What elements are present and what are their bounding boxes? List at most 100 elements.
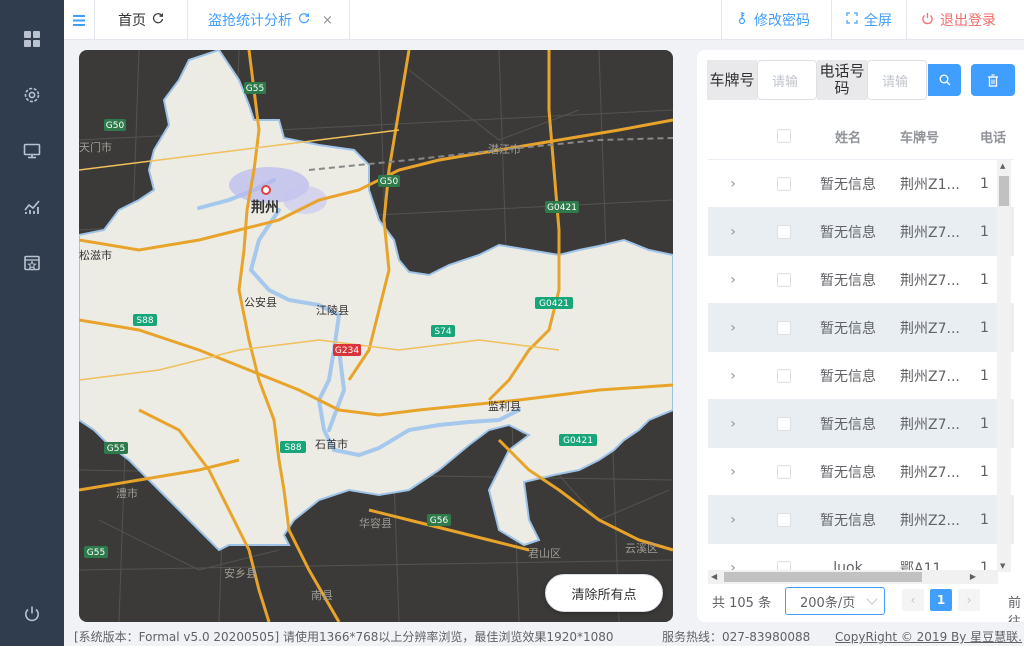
county-label-jianli: 监利县 xyxy=(488,400,521,413)
vertical-scrollbar[interactable]: ▲ ▼ xyxy=(997,160,1011,572)
footer: [系统版本：Formal v5.0 20200505] 请使用1366*768以… xyxy=(64,626,1024,646)
select-all-checkbox[interactable] xyxy=(760,112,808,160)
row-checkbox[interactable] xyxy=(760,208,808,256)
prev-page-button[interactable]: ‹ xyxy=(902,589,924,611)
change-password-label: 修改密码 xyxy=(754,13,810,29)
column-header-name[interactable]: 姓名 xyxy=(812,112,884,160)
data-table: 姓名 车牌号 电话 › 暂无信息 荆州Z1... 1 › 暂无信息 荆州Z7..… xyxy=(708,112,1014,582)
trash-icon xyxy=(988,73,998,87)
settings-icon[interactable] xyxy=(22,85,42,105)
scrollbar-thumb[interactable] xyxy=(999,176,1009,206)
page-size-select[interactable]: 200条/页 xyxy=(785,587,885,615)
column-header-tel[interactable]: 电话 xyxy=(980,112,1014,160)
refresh-icon[interactable] xyxy=(152,12,164,28)
county-label-huarong: 华容县 xyxy=(359,516,392,530)
search-icon xyxy=(939,74,950,86)
grid-icon[interactable] xyxy=(22,29,42,49)
table-row[interactable]: › 暂无信息 荆州Z7... 1 xyxy=(708,208,1014,256)
close-icon[interactable]: × xyxy=(322,13,333,28)
expand-icon[interactable]: › xyxy=(708,400,758,448)
page-number-current[interactable]: 1 xyxy=(930,589,952,611)
star-calendar-icon[interactable] xyxy=(22,253,42,273)
app-root: 首页 盗抢统计分析 × 修改密码 全屏 退出登录 G55 G50 G50 G04… xyxy=(0,0,1024,646)
expand-icon[interactable]: › xyxy=(708,304,758,352)
expand-icon[interactable]: › xyxy=(708,352,758,400)
table-row[interactable]: › 暂无信息 荆州Z7... 1 xyxy=(708,352,1014,400)
row-checkbox[interactable] xyxy=(760,496,808,544)
road-label-g55: G55 xyxy=(246,84,264,94)
city-label-tianmen: 天门市 xyxy=(79,140,112,154)
tab-theft-stats[interactable]: 盗抢统计分析 × xyxy=(188,0,350,40)
table-row[interactable]: › 暂无信息 荆州Z2... 1 xyxy=(708,496,1014,544)
map-view[interactable]: G55 G50 G50 G0421 G0421 G0421 S88 S88 S7… xyxy=(79,50,673,622)
column-header-plate[interactable]: 车牌号 xyxy=(890,112,962,160)
clear-points-button[interactable]: 清除所有点 xyxy=(545,574,663,612)
row-name: 暂无信息 xyxy=(820,465,876,481)
city-label-lizhou: 澧市 xyxy=(116,486,138,500)
horizontal-scrollbar[interactable]: ◀ ▶ xyxy=(708,570,998,584)
row-checkbox[interactable] xyxy=(760,448,808,496)
scroll-down-icon[interactable]: ▼ xyxy=(1000,562,1005,570)
table-row[interactable]: › 暂无信息 荆州Z1... 1 xyxy=(708,160,1014,208)
sidebar xyxy=(0,0,64,646)
county-label-nanxian: 南县 xyxy=(311,589,333,602)
fullscreen-button[interactable]: 全屏 xyxy=(831,0,906,40)
table-row[interactable]: › 暂无信息 荆州Z7... 1 xyxy=(708,304,1014,352)
row-checkbox[interactable] xyxy=(760,400,808,448)
county-label-gongan: 公安县 xyxy=(244,295,277,309)
total-count: 共 105 条 xyxy=(712,596,772,611)
road-label-g0421: G0421 xyxy=(563,436,593,446)
road-label-g55: G55 xyxy=(87,548,105,558)
hotline-text: 服务热线：027-83980088 xyxy=(662,630,811,644)
expand-icon[interactable]: › xyxy=(708,496,758,544)
road-label-g50: G50 xyxy=(106,121,125,131)
refresh-icon[interactable] xyxy=(298,12,310,28)
delete-button[interactable] xyxy=(971,64,1015,96)
row-checkbox[interactable] xyxy=(760,160,808,208)
plate-input[interactable]: 请输 xyxy=(757,60,817,100)
logout-button[interactable]: 退出登录 xyxy=(906,0,1024,40)
key-icon xyxy=(736,11,748,29)
row-name: 暂无信息 xyxy=(820,321,876,337)
scroll-left-icon[interactable]: ◀ xyxy=(711,572,717,581)
row-name: 暂无信息 xyxy=(820,225,876,241)
expand-icon[interactable]: › xyxy=(708,448,758,496)
expand-icon[interactable]: › xyxy=(708,208,758,256)
phone-label: 电话号码 xyxy=(817,60,867,100)
district-label-yunxi: 云溪区 xyxy=(625,542,658,555)
menu-icon[interactable] xyxy=(64,0,94,40)
district-label-junshan: 君山区 xyxy=(528,547,561,560)
table-body: › 暂无信息 荆州Z1... 1 › 暂无信息 荆州Z7... 1 › 暂无信息 xyxy=(708,160,1014,582)
road-label-g55: G55 xyxy=(107,444,125,454)
chart-icon[interactable] xyxy=(22,197,42,217)
copyright-link[interactable]: CopyRight © 2019 By 星豆慧联. xyxy=(835,628,1022,645)
tab-home[interactable]: 首页 xyxy=(94,0,188,40)
road-label-g56: G56 xyxy=(430,516,449,526)
row-checkbox[interactable] xyxy=(760,256,808,304)
change-password-button[interactable]: 修改密码 xyxy=(721,0,831,40)
expand-icon[interactable]: › xyxy=(708,256,758,304)
power-icon[interactable] xyxy=(22,604,42,624)
row-plate: 荆州Z1... xyxy=(900,177,960,193)
row-plate: 荆州Z2... xyxy=(900,513,960,529)
table-row[interactable]: › 暂无信息 荆州Z7... 1 xyxy=(708,256,1014,304)
monitor-icon[interactable] xyxy=(22,141,42,161)
next-page-button[interactable]: › xyxy=(958,589,980,611)
row-checkbox[interactable] xyxy=(760,352,808,400)
city-label-songzi: 松滋市 xyxy=(79,248,112,262)
map-canvas: G55 G50 G50 G0421 G0421 G0421 S88 S88 S7… xyxy=(79,50,673,622)
county-label-jiangling: 江陵县 xyxy=(316,304,349,317)
scroll-right-icon[interactable]: ▶ xyxy=(970,572,976,581)
table-row[interactable]: › 暂无信息 荆州Z7... 1 xyxy=(708,448,1014,496)
row-plate: 荆州Z7... xyxy=(900,465,960,481)
row-plate: 荆州Z7... xyxy=(900,417,960,433)
phone-input[interactable]: 请输 xyxy=(867,60,927,100)
row-checkbox[interactable] xyxy=(760,304,808,352)
top-bar: 首页 盗抢统计分析 × 修改密码 全屏 退出登录 xyxy=(64,0,1024,40)
table-row[interactable]: › 暂无信息 荆州Z7... 1 xyxy=(708,400,1014,448)
scroll-up-icon[interactable]: ▲ xyxy=(1000,162,1005,170)
expand-icon[interactable]: › xyxy=(708,160,758,208)
city-label-shishou: 石首市 xyxy=(315,437,348,451)
scrollbar-thumb[interactable] xyxy=(724,572,922,582)
search-button[interactable] xyxy=(928,64,961,96)
